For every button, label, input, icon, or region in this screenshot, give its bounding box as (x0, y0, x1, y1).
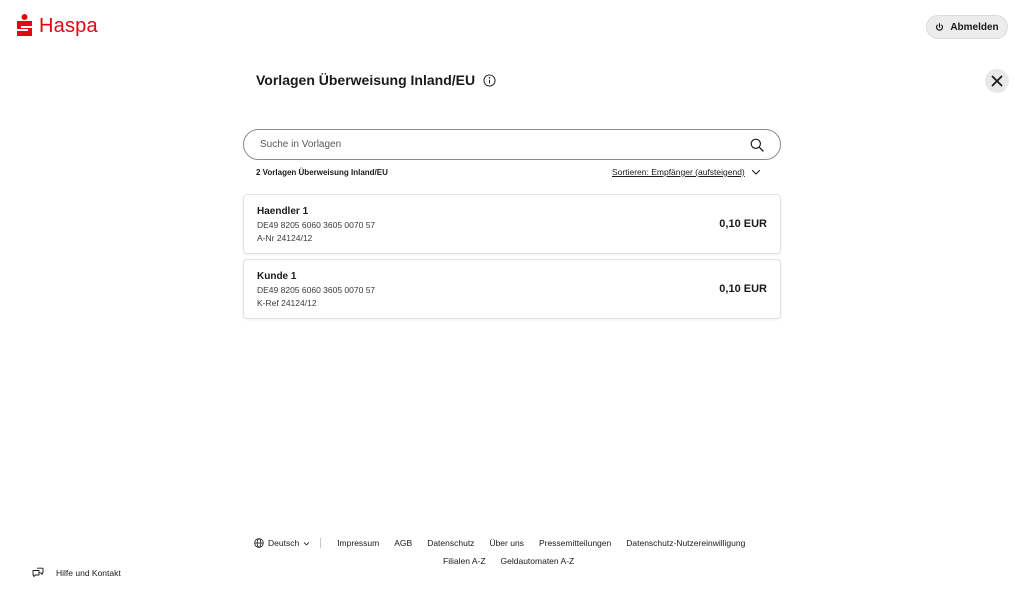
page: Haspa Abmelden Vorlagen Überweisung Inla… (0, 0, 1024, 598)
logout-button[interactable]: Abmelden (926, 15, 1008, 39)
recipient-name: Kunde 1 (257, 271, 297, 282)
help-label: Hilfe und Kontakt (56, 568, 121, 578)
search-box (243, 129, 781, 160)
sparkasse-s-icon (17, 14, 32, 36)
footer-link-agb[interactable]: AGB (394, 538, 412, 548)
payment-reference: A-Nr 24124/12 (257, 233, 313, 243)
language-label: Deutsch (268, 538, 300, 548)
footer-links: Deutsch Impressum AGB Datenschutz Über u… (254, 538, 745, 548)
template-count: 2 Vorlagen Überweisung Inland/EU (256, 168, 388, 177)
language-selector[interactable]: Deutsch (254, 538, 322, 548)
footer-link-datenschutz[interactable]: Datenschutz (427, 538, 474, 548)
search-icon[interactable] (750, 138, 764, 152)
help-contact-link[interactable]: Hilfe und Kontakt (32, 567, 121, 579)
recipient-iban: DE49 8205 6060 3605 0070 57 (257, 220, 376, 230)
template-card[interactable]: Kunde 1 DE49 8205 6060 3605 0070 57 K-Re… (243, 259, 781, 319)
chat-bubbles-icon (32, 567, 44, 578)
footer-link-filialen[interactable]: Filialen A-Z (443, 556, 486, 566)
footer-links-secondary: Filialen A-Z Geldautomaten A-Z (443, 556, 574, 566)
amount: 0,10 EUR (719, 218, 767, 230)
close-icon (991, 75, 1003, 87)
payment-reference: K-Ref 24124/12 (257, 298, 317, 308)
page-title: Vorlagen Überweisung Inland/EU (256, 72, 476, 88)
footer-link-impressum[interactable]: Impressum (337, 538, 379, 548)
recipient-name: Haendler 1 (257, 206, 309, 217)
power-icon (936, 22, 944, 31)
haspa-logo[interactable]: Haspa (16, 14, 98, 38)
chevron-down-icon (751, 169, 760, 175)
footer-link-nutzereinwilligung[interactable]: Datenschutz-Nutzereinwilligung (626, 538, 745, 548)
recipient-iban: DE49 8205 6060 3605 0070 57 (257, 285, 376, 295)
chevron-down-icon (303, 541, 310, 545)
brand-name: Haspa (39, 14, 98, 37)
footer-link-pressemitteilungen[interactable]: Pressemitteilungen (539, 538, 611, 548)
close-button[interactable] (985, 69, 1009, 93)
sort-dropdown[interactable]: Sortieren: Empfänger (aufsteigend) (612, 167, 761, 177)
footer-link-ueber-uns[interactable]: Über uns (489, 538, 524, 548)
template-card[interactable]: Haendler 1 DE49 8205 6060 3605 0070 57 A… (243, 194, 781, 254)
globe-icon (254, 538, 264, 548)
title-row: Vorlagen Überweisung Inland/EU (256, 72, 496, 88)
search-input[interactable] (260, 139, 750, 150)
sort-label: Sortieren: Empfänger (aufsteigend) (612, 167, 745, 177)
amount: 0,10 EUR (719, 283, 767, 295)
info-circle-icon[interactable] (483, 73, 496, 87)
footer-link-geldautomaten[interactable]: Geldautomaten A-Z (501, 556, 575, 566)
logout-label: Abmelden (950, 21, 999, 33)
